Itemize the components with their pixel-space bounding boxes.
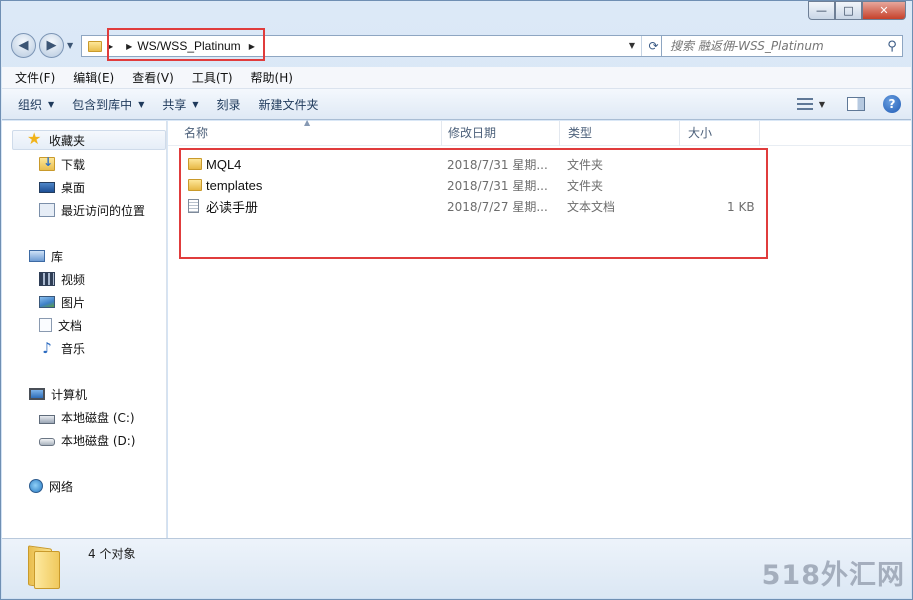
menu-file[interactable]: 文件(F): [12, 67, 58, 88]
nav-drive-c[interactable]: 本地磁盘 (C:): [39, 407, 135, 427]
nav-videos-label: 视频: [61, 272, 86, 287]
document-icon: [39, 318, 52, 332]
item-count: 4 个对象: [88, 547, 136, 561]
nav-libraries-label: 库: [51, 249, 64, 264]
toolbar-right: ▼ ?: [796, 95, 901, 113]
recent-places-icon: [39, 203, 55, 217]
new-folder-label: 新建文件夹: [258, 97, 319, 112]
chevron-down-icon[interactable]: ▼: [819, 100, 825, 109]
nav-documents-label: 文档: [58, 318, 83, 333]
system-drive-icon: [39, 414, 55, 424]
file-list-pane: ▲ 名称 修改日期 类型 大小 MQL4 2018/7/31 星期... 文件夹…: [168, 118, 911, 539]
back-button[interactable]: ◀: [11, 33, 36, 58]
files-highlight-box: [179, 148, 768, 259]
watermark: 518外汇网: [761, 560, 905, 591]
arrow-left-icon: ◀: [18, 38, 29, 53]
help-icon[interactable]: ?: [883, 95, 901, 113]
new-folder-button[interactable]: 新建文件夹: [259, 96, 319, 113]
column-size[interactable]: 大小: [680, 121, 760, 146]
nav-libraries[interactable]: 库: [29, 246, 63, 266]
address-row: ◀ ▶ ▼ ▶ ▶ WS/ WSS_Platinum ▶ ▼ ⟳ ⚲: [9, 28, 904, 61]
view-options-icon[interactable]: [796, 98, 813, 110]
nav-computer-label: 计算机: [51, 387, 88, 402]
folder-icon: [28, 545, 68, 589]
nav-favorites-label: 收藏夹: [49, 133, 86, 148]
nav-music-label: 音乐: [61, 341, 86, 356]
search-box[interactable]: ⚲: [661, 35, 903, 57]
nav-drive-c-label: 本地磁盘 (C:): [61, 410, 135, 425]
nav-network-label: 网络: [49, 479, 74, 494]
music-icon: ♪: [42, 339, 52, 357]
drive-icon: [39, 438, 55, 446]
command-bar: 组织 ▼ 包含到库中 ▼ 共享 ▼ 刻录 新建文件夹 ▼ ?: [2, 89, 911, 120]
nav-favorites[interactable]: ★ 收藏夹: [12, 130, 166, 150]
video-icon: [39, 272, 55, 286]
organize-button[interactable]: 组织 ▼: [18, 96, 54, 113]
column-type[interactable]: 类型: [560, 121, 680, 146]
arrow-right-icon: ▶: [46, 38, 57, 53]
nav-downloads-label: 下载: [61, 157, 86, 172]
nav-recent-label: 最近访问的位置: [61, 203, 146, 218]
address-highlight-box: [107, 28, 265, 61]
menu-view[interactable]: 查看(V): [129, 67, 177, 88]
nav-downloads[interactable]: 下载: [39, 154, 85, 174]
nav-videos[interactable]: 视频: [39, 269, 85, 289]
computer-icon: [29, 388, 45, 400]
column-header-row: ▲ 名称 修改日期 类型 大小: [168, 118, 911, 146]
include-in-library-label: 包含到库中: [72, 97, 133, 112]
menu-help[interactable]: 帮助(H): [248, 67, 296, 88]
close-button[interactable]: ✕: [862, 1, 906, 20]
column-name[interactable]: 名称: [176, 121, 442, 146]
burn-button[interactable]: 刻录: [217, 96, 241, 113]
nav-drive-d[interactable]: 本地磁盘 (D:): [39, 430, 135, 450]
navigation-pane: ★ 收藏夹 下载 桌面 最近访问的位置 库 视频 图片 文档: [2, 121, 167, 539]
explorer-window: — □ ✕ ◀ ▶ ▼ ▶ ▶ WS/ WSS_Platinum ▶ ▼ ⟳ ⚲…: [0, 0, 913, 600]
nav-pictures[interactable]: 图片: [39, 292, 85, 312]
picture-icon: [39, 296, 55, 308]
star-icon: ★: [27, 129, 42, 148]
network-icon: [29, 479, 43, 493]
chevron-down-icon: ▼: [138, 99, 145, 109]
search-icon[interactable]: ⚲: [882, 39, 902, 54]
nav-music[interactable]: ♪ 音乐: [39, 338, 85, 358]
download-folder-icon: [39, 155, 55, 171]
chevron-down-icon: ▼: [48, 99, 55, 109]
share-button[interactable]: 共享 ▼: [162, 96, 198, 113]
include-in-library-button[interactable]: 包含到库中 ▼: [72, 96, 144, 113]
menu-edit[interactable]: 编辑(E): [70, 67, 117, 88]
chevron-down-icon: ▼: [192, 99, 199, 109]
search-input[interactable]: [662, 37, 882, 55]
menu-tools[interactable]: 工具(T): [189, 67, 236, 88]
library-icon: [29, 250, 45, 262]
burn-label: 刻录: [216, 97, 241, 112]
minimize-button[interactable]: —: [808, 1, 835, 20]
preview-pane-icon[interactable]: [847, 97, 865, 111]
nav-desktop-label: 桌面: [61, 180, 86, 195]
recent-pages-dropdown-icon[interactable]: ▼: [67, 41, 73, 50]
details-pane: 4 个对象 518外汇网: [2, 538, 911, 598]
nav-pictures-label: 图片: [61, 295, 86, 310]
nav-desktop[interactable]: 桌面: [39, 177, 85, 197]
address-dropdown-icon[interactable]: ▼: [629, 41, 635, 50]
share-label: 共享: [162, 97, 187, 112]
nav-network[interactable]: 网络: [29, 476, 73, 496]
caption-buttons: — □ ✕: [808, 1, 906, 20]
nav-drive-d-label: 本地磁盘 (D:): [61, 433, 136, 448]
maximize-button[interactable]: □: [835, 1, 862, 20]
organize-label: 组织: [18, 97, 43, 112]
column-date[interactable]: 修改日期: [440, 121, 560, 146]
forward-button[interactable]: ▶: [39, 33, 64, 58]
menu-bar: 文件(F) 编辑(E) 查看(V) 工具(T) 帮助(H): [2, 67, 911, 89]
folder-icon: [88, 40, 102, 52]
desktop-icon: [39, 181, 55, 193]
nav-recent[interactable]: 最近访问的位置: [39, 200, 145, 220]
nav-computer[interactable]: 计算机: [29, 384, 87, 404]
nav-documents[interactable]: 文档: [39, 315, 82, 335]
